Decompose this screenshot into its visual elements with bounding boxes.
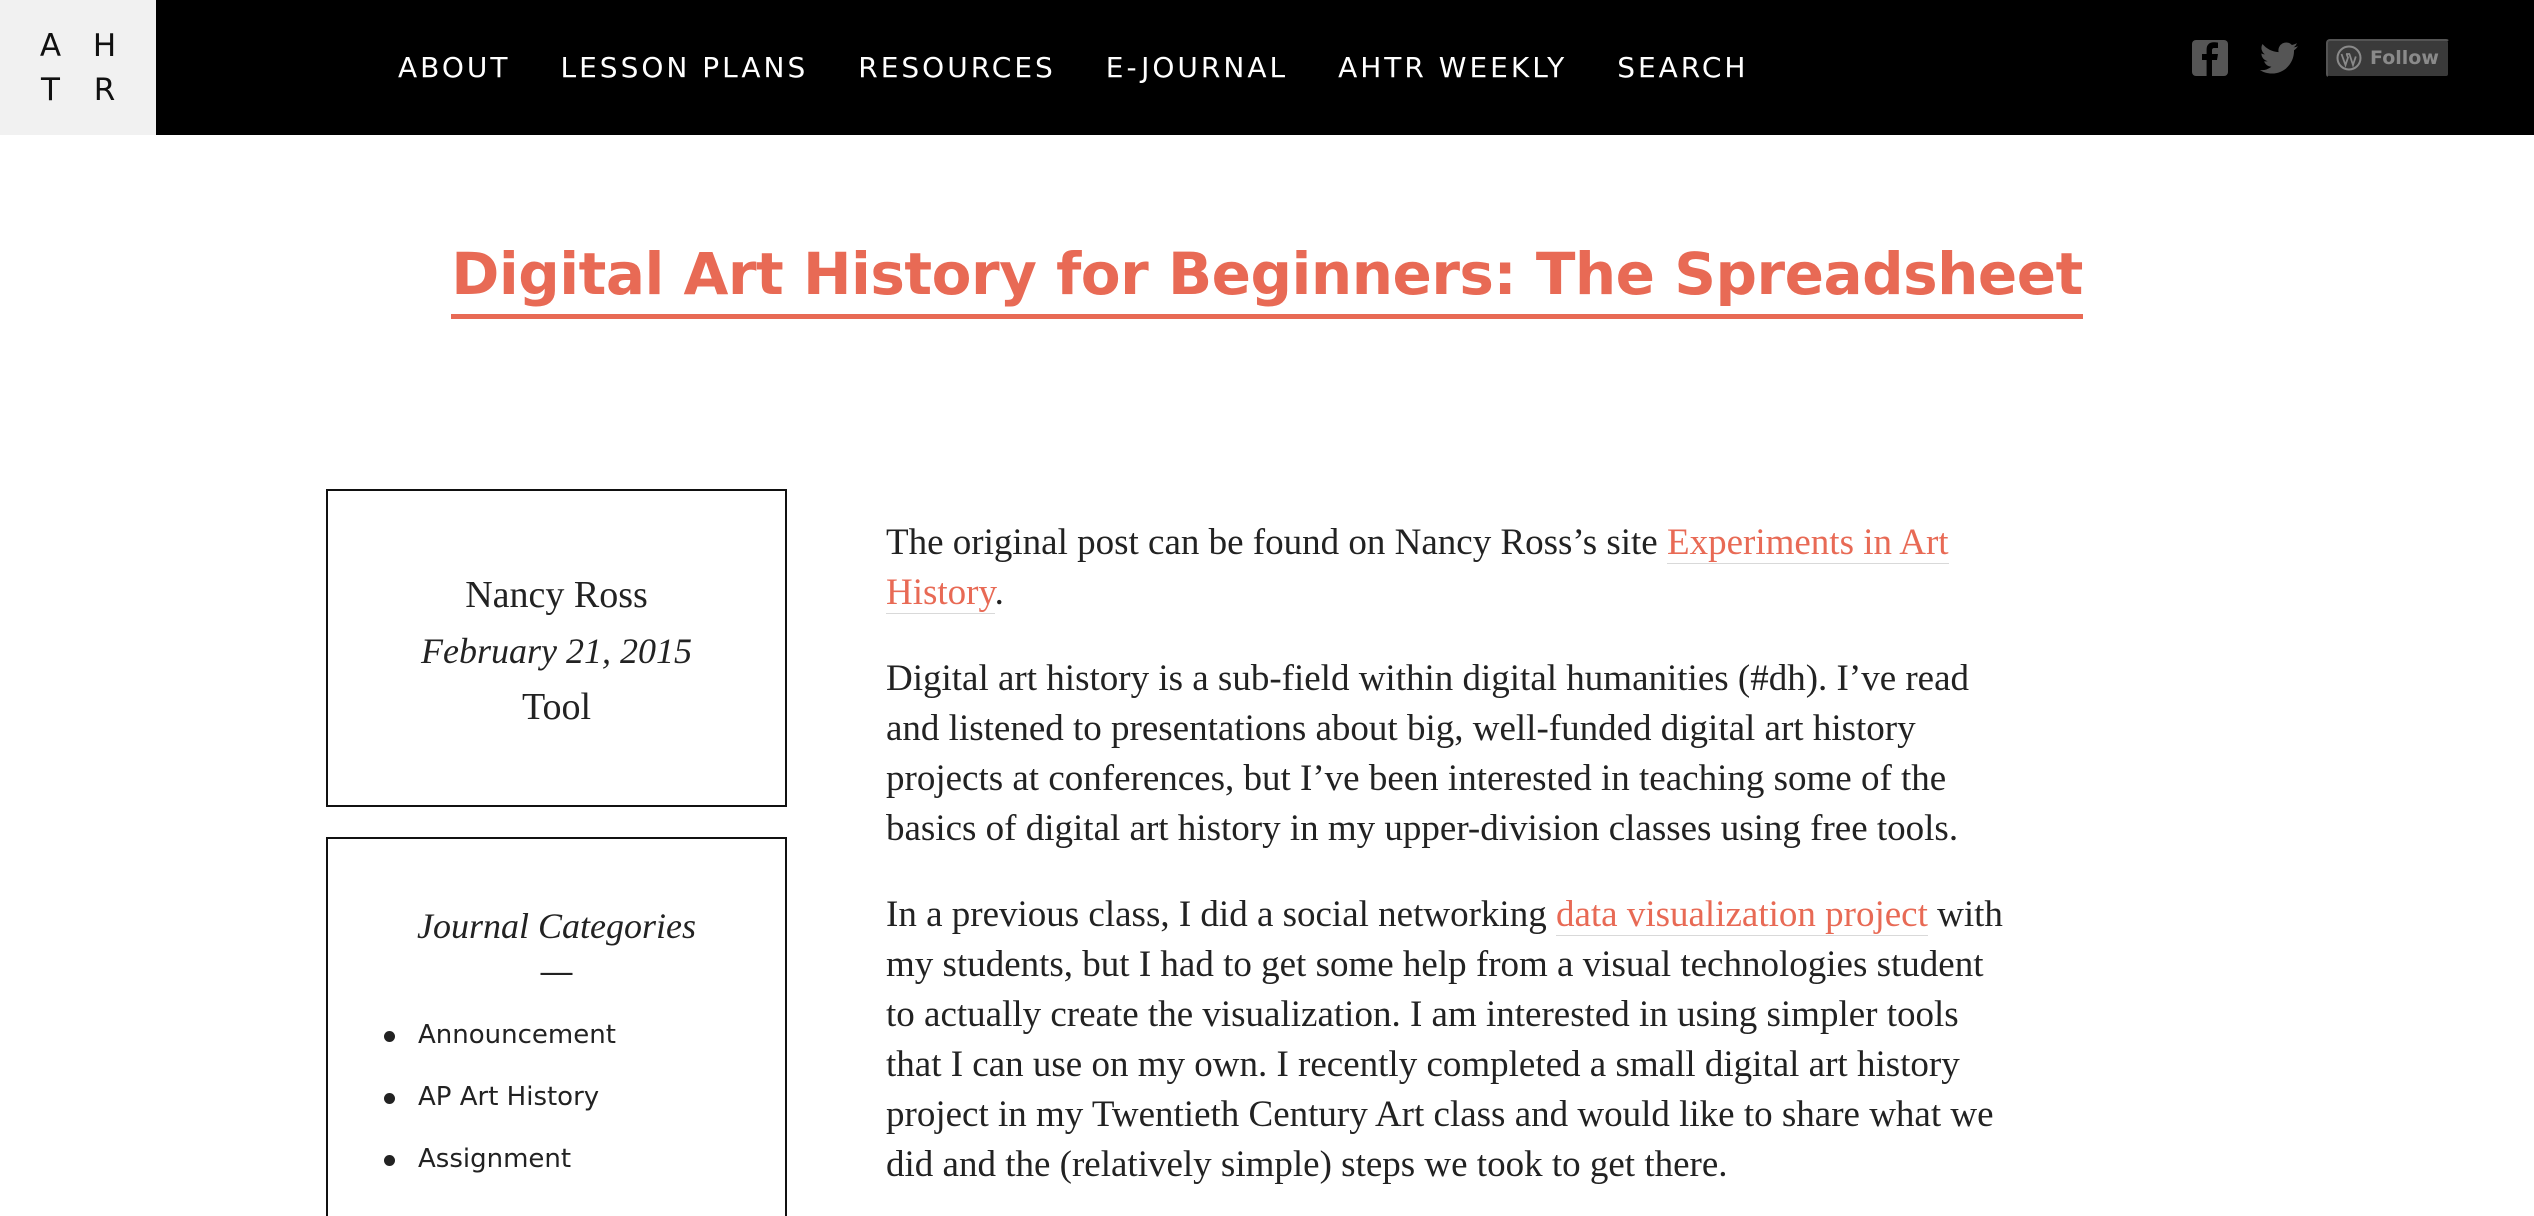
p3-end: with my students, but I had to get some … [886,894,2003,1185]
nav-about[interactable]: ABOUT [398,51,511,84]
data-visualization-link[interactable]: data visualization project [1555,894,1928,936]
logo-letter-a: A [39,27,63,64]
logo-letter-h: H [92,27,118,64]
p1-text: The original post can be found on Nancy … [886,522,1667,563]
logo-letter-r: R [93,71,117,108]
categories-list: Announcement AP Art History Assignment [328,1004,785,1190]
category-announcement[interactable]: Announcement [384,1004,785,1066]
site-header: A H T R ABOUT LESSON PLANS RESOURCES E-J… [0,0,2534,135]
nav-search[interactable]: SEARCH [1617,51,1748,84]
post-body: The original post can be found on Nancy … [886,518,2016,1216]
twitter-icon[interactable] [2258,38,2298,78]
paragraph-2: Digital art history is a sub-field withi… [886,658,1970,849]
follow-button[interactable]: Follow [2326,38,2450,78]
site-logo[interactable]: A H T R [0,0,156,135]
post-meta-box: Nancy Ross February 21, 2015 Tool [326,489,787,807]
page-title[interactable]: Digital Art History for Beginners: The S… [451,240,2083,319]
logo-letter-t: T [41,71,61,108]
nav-ahtr-weekly[interactable]: AHTR WEEKLY [1338,51,1567,84]
nav-lesson-plans[interactable]: LESSON PLANS [561,51,809,84]
paragraph-3: In a previous class, I did a social netw… [886,890,2016,1190]
journal-categories-box: Journal Categories — Announcement AP Art… [326,837,787,1216]
category-assignment[interactable]: Assignment [384,1128,785,1190]
wordpress-icon [2336,45,2362,71]
post-tag[interactable]: Tool [328,679,785,735]
nav-e-journal[interactable]: E-JOURNAL [1106,51,1288,84]
nav-resources[interactable]: RESOURCES [858,51,1056,84]
post-date: February 21, 2015 [421,631,692,671]
p1-end: . [994,572,1004,613]
p3-start: In a previous class, I did a social netw… [886,894,1556,935]
categories-divider: — [540,953,573,989]
title-wrap: Digital Art History for Beginners: The S… [0,240,2534,319]
paragraph-1: The original post can be found on Nancy … [886,518,2016,618]
main-nav: ABOUT LESSON PLANS RESOURCES E-JOURNAL A… [398,0,1798,135]
follow-label: Follow [2370,47,2439,69]
post-author[interactable]: Nancy Ross [328,567,785,623]
social-links: Follow [2190,38,2450,78]
category-ap-art-history[interactable]: AP Art History [384,1066,785,1128]
categories-heading: Journal Categories [417,906,696,946]
facebook-icon[interactable] [2190,38,2230,78]
